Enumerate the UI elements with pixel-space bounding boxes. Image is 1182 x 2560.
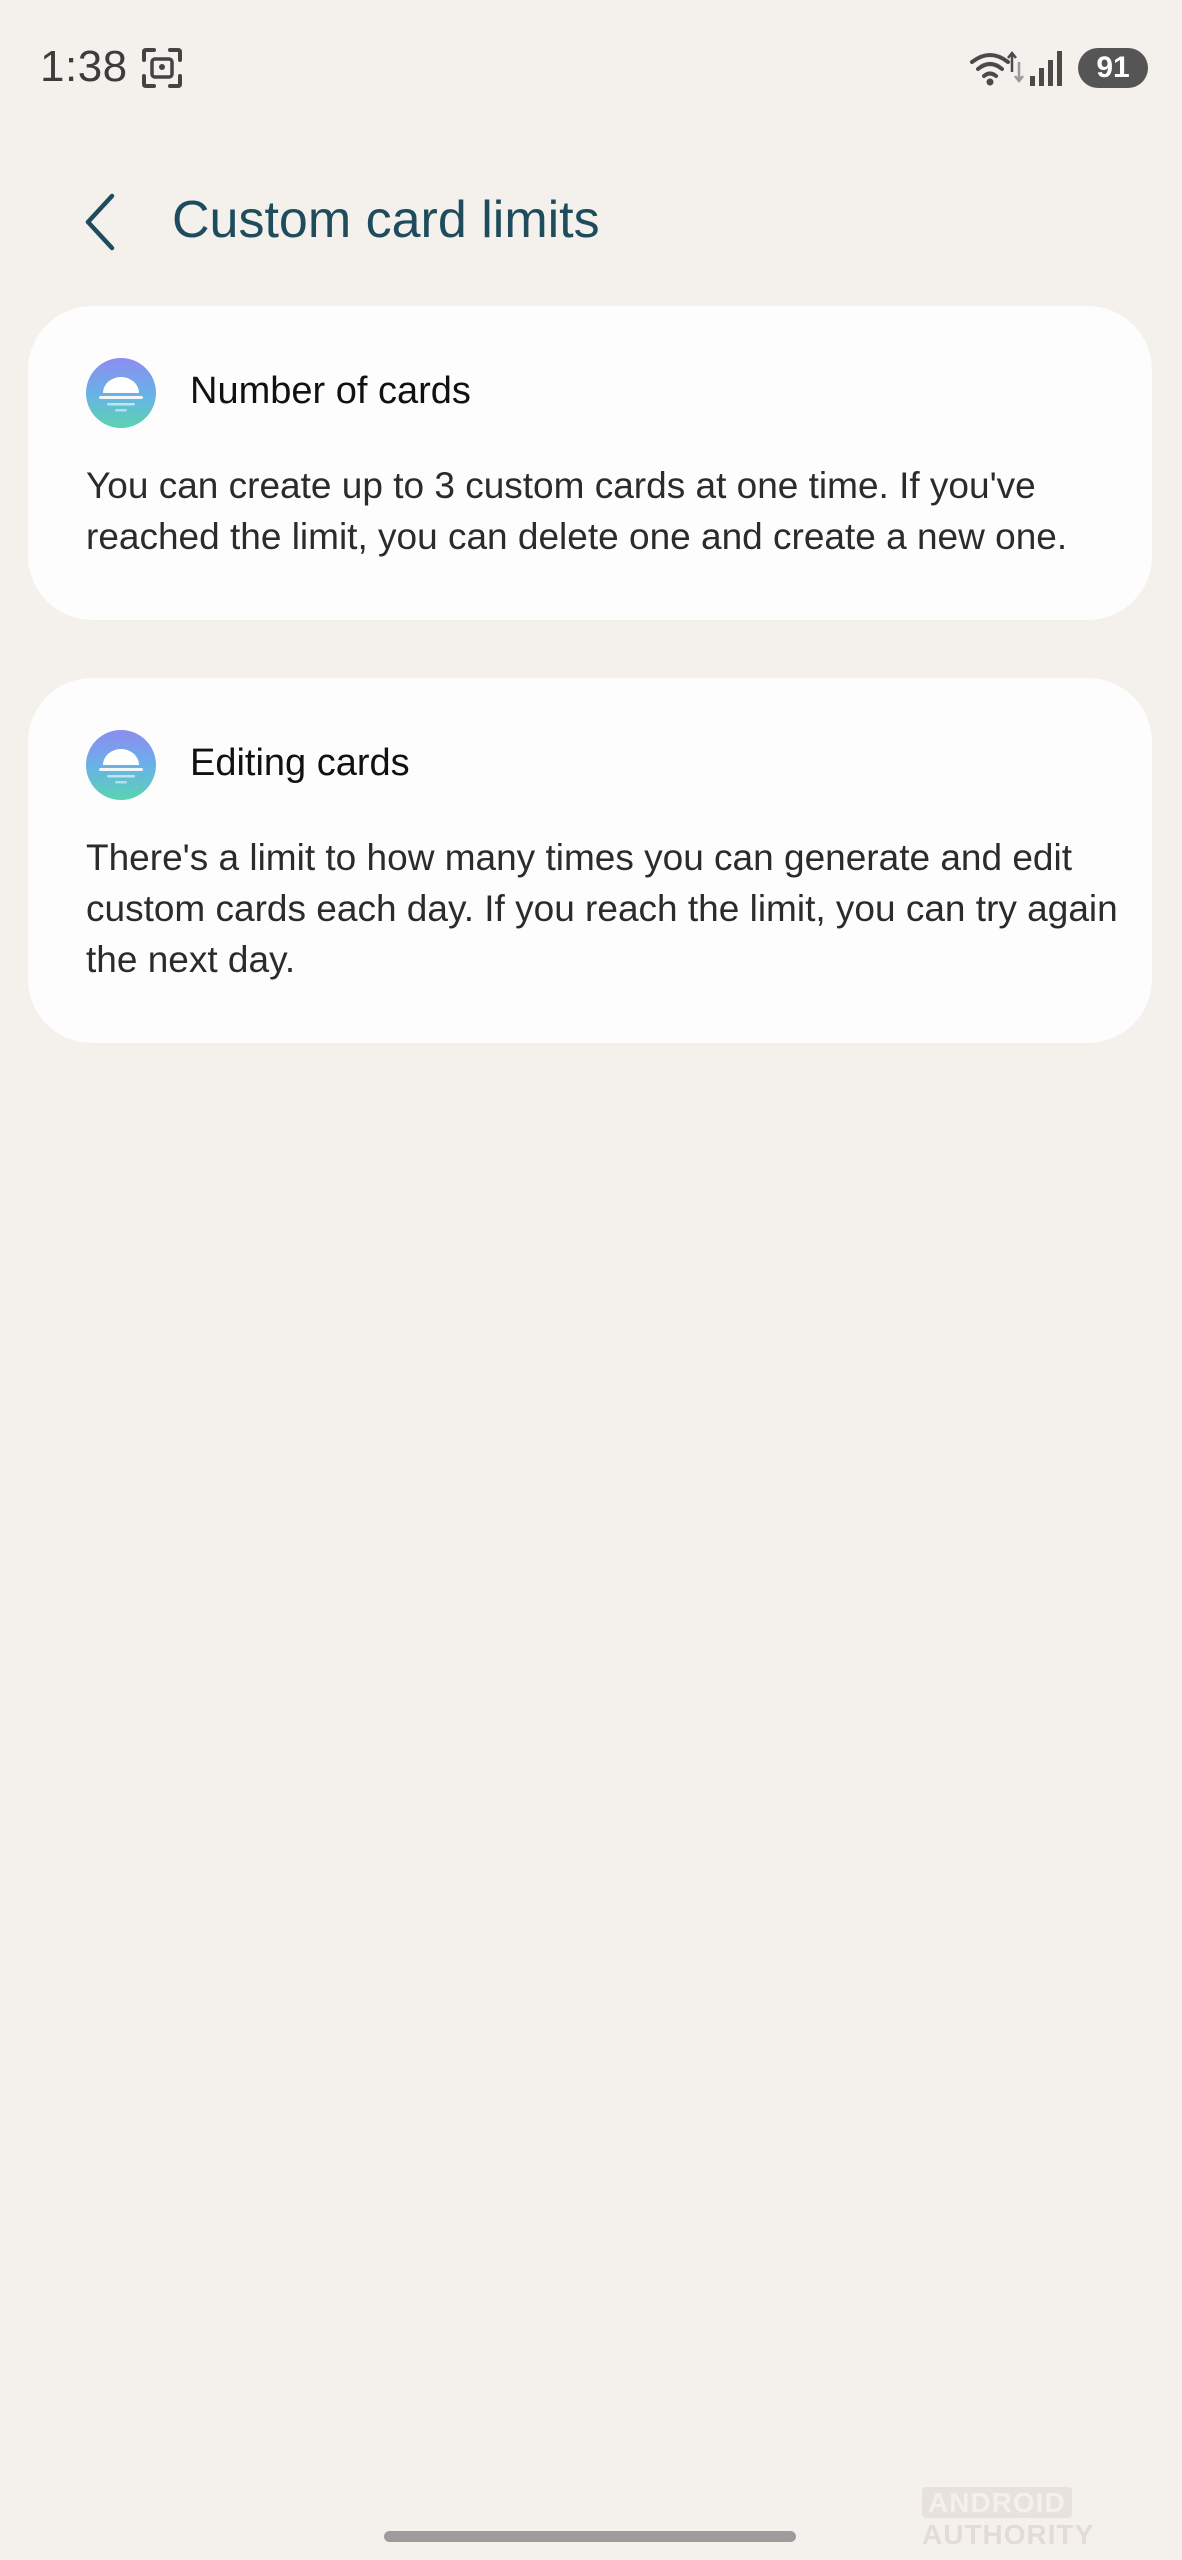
chevron-left-icon [80,190,120,259]
card-number-of-cards: Number of cards You can create up to 3 c… [28,306,1152,620]
page-title: Custom card limits [172,191,600,249]
watermark-part2: AUTHORITY [922,2519,1095,2550]
wifi-icon [968,48,1024,88]
card-body: You can create up to 3 custom cards at o… [86,465,1068,557]
status-bar: 1:38 91 [0,0,1182,140]
app-header: Custom card limits [0,160,1182,280]
battery-icon: 91 [1078,48,1148,88]
card-heading: Editing cards [190,742,410,784]
sunset-gradient-icon [86,358,156,428]
card-editing-cards: Editing cards There's a limit to how man… [28,678,1152,1043]
status-time: 1:38 [40,42,128,91]
watermark-part1: ANDROID [922,2487,1072,2518]
card-body: There's a limit to how many times you ca… [86,837,1118,980]
sunset-gradient-icon [86,730,156,800]
watermark: ANDROID AUTHORITY [922,2487,1182,2551]
screenshot-icon [140,46,184,90]
back-button[interactable] [70,184,130,264]
home-indicator[interactable] [384,2531,796,2542]
card-heading: Number of cards [190,370,471,412]
signal-icon [1028,48,1068,88]
